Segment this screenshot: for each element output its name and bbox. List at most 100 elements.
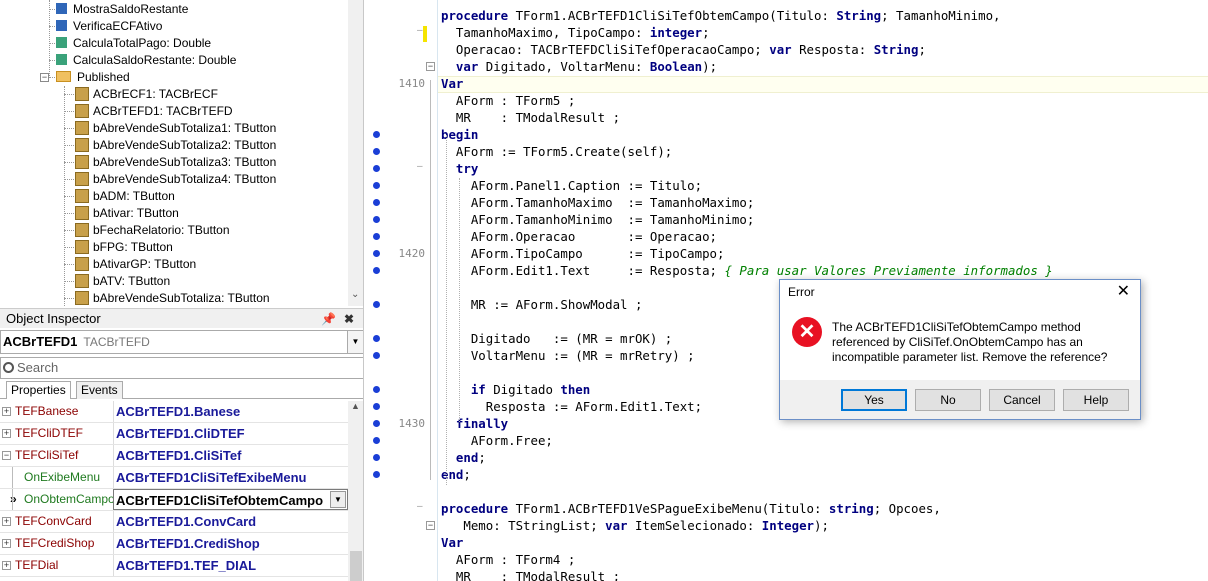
tree-item[interactable]: bATV: TButton — [75, 273, 170, 290]
tree-item[interactable]: bADM: TButton — [75, 188, 175, 205]
fold-toggle-icon[interactable]: − — [426, 62, 435, 71]
tree-item[interactable]: VerificaECFAtivo — [56, 18, 162, 35]
property-row[interactable]: + TEFCrediShop ACBrTEFD1.CrediShop — [0, 533, 348, 555]
breakpoint-icon[interactable] — [373, 352, 380, 359]
code-line[interactable]: MR := AForm.ShowModal ; — [441, 296, 643, 313]
no-button[interactable]: No — [915, 389, 981, 411]
code-line[interactable]: var Digitado, VoltarMenu: Boolean); — [441, 58, 717, 75]
tab-events[interactable]: Events — [76, 381, 123, 399]
property-value[interactable]: ACBrTEFD1.ConvCard — [113, 511, 348, 532]
tree-item[interactable]: MostraSaldoRestante — [56, 1, 188, 18]
code-line[interactable]: AForm.Free; — [441, 432, 553, 449]
tree-item[interactable]: bAbreVendeSubTotaliza3: TButton — [75, 154, 276, 171]
tree-item[interactable]: bAbreVendeSubTotaliza: TButton — [75, 290, 270, 306]
code-line[interactable]: Digitado := (MR = mrOK) ; — [441, 330, 672, 347]
tree-item[interactable]: bFPG: TButton — [75, 239, 173, 256]
code-line[interactable]: AForm.TipoCampo := TipoCampo; — [441, 245, 725, 262]
object-selector[interactable]: ACBrTEFD1 TACBrTEFD ▼ — [0, 330, 363, 354]
code-line[interactable]: procedure TForm1.ACBrTEFD1VeSPagueExibeM… — [441, 500, 941, 517]
chevron-down-icon[interactable]: ▼ — [347, 331, 363, 353]
breakpoint-icon[interactable] — [373, 267, 380, 274]
breakpoint-icon[interactable] — [373, 199, 380, 206]
breakpoint-icon[interactable] — [373, 437, 380, 444]
property-row[interactable]: + TEFConvCard ACBrTEFD1.ConvCard — [0, 511, 348, 533]
breakpoint-icon[interactable] — [373, 335, 380, 342]
property-row[interactable]: OnExibeMenu ACBrTEFD1CliSiTefExibeMenu — [0, 467, 348, 489]
scroll-thumb[interactable] — [350, 551, 362, 581]
breakpoint-icon[interactable] — [373, 454, 380, 461]
property-value[interactable]: ACBrTEFD1.CliSiTef — [113, 445, 348, 466]
code-line[interactable]: Memo: TStringList; var ItemSelecionado: … — [441, 517, 829, 534]
breakpoint-icon[interactable] — [373, 301, 380, 308]
property-value[interactable]: ACBrTEFD1CliSiTefObtemCampo — [113, 489, 348, 510]
breakpoint-icon[interactable] — [373, 216, 380, 223]
tree-item[interactable]: bAbreVendeSubTotaliza1: TButton — [75, 120, 276, 137]
property-value[interactable]: ACBrTEFD1.CrediShop — [113, 533, 348, 554]
tree-item[interactable]: bAbreVendeSubTotaliza2: TButton — [75, 137, 276, 154]
code-line[interactable]: AForm.TamanhoMinimo := TamanhoMinimo; — [441, 211, 754, 228]
code-line[interactable]: VoltarMenu := (MR = mrRetry) ; — [441, 347, 695, 364]
help-button[interactable]: Help — [1063, 389, 1129, 411]
tree-item[interactable]: bAbreVendeSubTotaliza4: TButton — [75, 171, 276, 188]
collapse-icon[interactable]: − — [2, 451, 11, 460]
expand-icon[interactable]: + — [2, 561, 11, 570]
code-line[interactable]: if Digitado then — [441, 381, 590, 398]
search-input[interactable]: Search — [0, 357, 363, 379]
tab-properties[interactable]: Properties — [6, 381, 71, 399]
breakpoint-icon[interactable] — [373, 233, 380, 240]
breakpoint-icon[interactable] — [373, 403, 380, 410]
property-value[interactable]: ACBrTEFD1CliSiTefExibeMenu — [113, 467, 348, 488]
property-row[interactable]: + TEFDial ACBrTEFD1.TEF_DIAL — [0, 555, 348, 577]
property-row[interactable]: + TEFCliDTEF ACBrTEFD1.CliDTEF — [0, 423, 348, 445]
tree-item[interactable]: bAtivarGP: TButton — [75, 256, 196, 273]
tree-item[interactable]: ACBrTEFD1: TACBrTEFD — [75, 103, 233, 120]
code-line[interactable]: procedure TForm1.ACBrTEFD1CliSiTefObtemC… — [441, 7, 1001, 24]
code-line[interactable]: AForm.Operacao := Operacao; — [441, 228, 717, 245]
breakpoint-icon[interactable] — [373, 182, 380, 189]
code-line[interactable]: AForm : TForm4 ; — [441, 551, 575, 568]
breakpoint-icon[interactable] — [373, 386, 380, 393]
pin-icon[interactable]: 📌 — [321, 309, 336, 329]
breakpoint-icon[interactable] — [373, 165, 380, 172]
breakpoint-icon[interactable] — [373, 148, 380, 155]
tree-item[interactable]: ACBrECF1: TACBrECF — [75, 86, 218, 103]
code-line[interactable]: MR : TModalResult ; — [441, 109, 620, 126]
expand-icon[interactable]: + — [2, 539, 11, 548]
tree-item[interactable]: CalculaSaldoRestante: Double — [56, 52, 236, 69]
property-value[interactable]: ACBrTEFD1.Banese — [113, 401, 348, 422]
tree-item[interactable]: CalculaTotalPago: Double — [56, 35, 211, 52]
property-scrollbar[interactable]: ▲ — [348, 401, 363, 581]
breakpoint-icon[interactable] — [373, 131, 380, 138]
property-value[interactable]: ACBrTEFD1.TEF_DIAL — [113, 555, 348, 576]
tree-item[interactable]: Published — [56, 69, 130, 86]
close-icon[interactable]: ✕ — [1117, 280, 1130, 304]
tree-scrollbar[interactable]: ⌄ — [348, 0, 363, 306]
code-line[interactable]: AForm : TForm5 ; — [441, 92, 575, 109]
expand-icon[interactable]: + — [2, 429, 11, 438]
cancel-button[interactable]: Cancel — [989, 389, 1055, 411]
code-line[interactable]: TamanhoMaximo, TipoCampo: integer; — [441, 24, 710, 41]
property-row[interactable]: + TEFBanese ACBrTEFD1.Banese — [0, 401, 348, 423]
collapse-toggle-icon[interactable]: − — [40, 73, 49, 82]
breakpoint-icon[interactable] — [373, 250, 380, 257]
code-line[interactable]: finally — [441, 415, 508, 432]
property-row[interactable]: OnObtemCampo » ACBrTEFD1CliSiTefObtemCampo… — [0, 489, 348, 511]
code-line[interactable]: end; — [441, 449, 486, 466]
code-line[interactable]: AForm.Edit1.Text := Resposta; { Para usa… — [441, 262, 1053, 279]
tree-item[interactable]: bFechaRelatorio: TButton — [75, 222, 230, 239]
code-line[interactable]: Resposta := AForm.Edit1.Text; — [441, 398, 702, 415]
fold-toggle-icon[interactable]: − — [426, 521, 435, 530]
yes-button[interactable]: Yes — [841, 389, 907, 411]
chevron-down-icon[interactable]: ▼ — [330, 491, 346, 508]
breakpoint-icon[interactable] — [373, 471, 380, 478]
expand-icon[interactable]: + — [2, 407, 11, 416]
tree-item[interactable]: bAtivar: TButton — [75, 205, 179, 222]
code-line[interactable]: AForm := TForm5.Create(self); — [441, 143, 672, 160]
property-row[interactable]: − TEFCliSiTef ACBrTEFD1.CliSiTef — [0, 445, 348, 467]
expand-icon[interactable]: + — [2, 517, 11, 526]
code-line[interactable]: AForm.Panel1.Caption := Titulo; — [441, 177, 702, 194]
code-line[interactable]: Var — [441, 534, 463, 551]
breakpoint-icon[interactable] — [373, 420, 380, 427]
code-line[interactable]: Operacao: TACBrTEFDCliSiTefOperacaoCampo… — [441, 41, 926, 58]
code-line[interactable]: MR : TModalResult ; — [441, 568, 620, 581]
